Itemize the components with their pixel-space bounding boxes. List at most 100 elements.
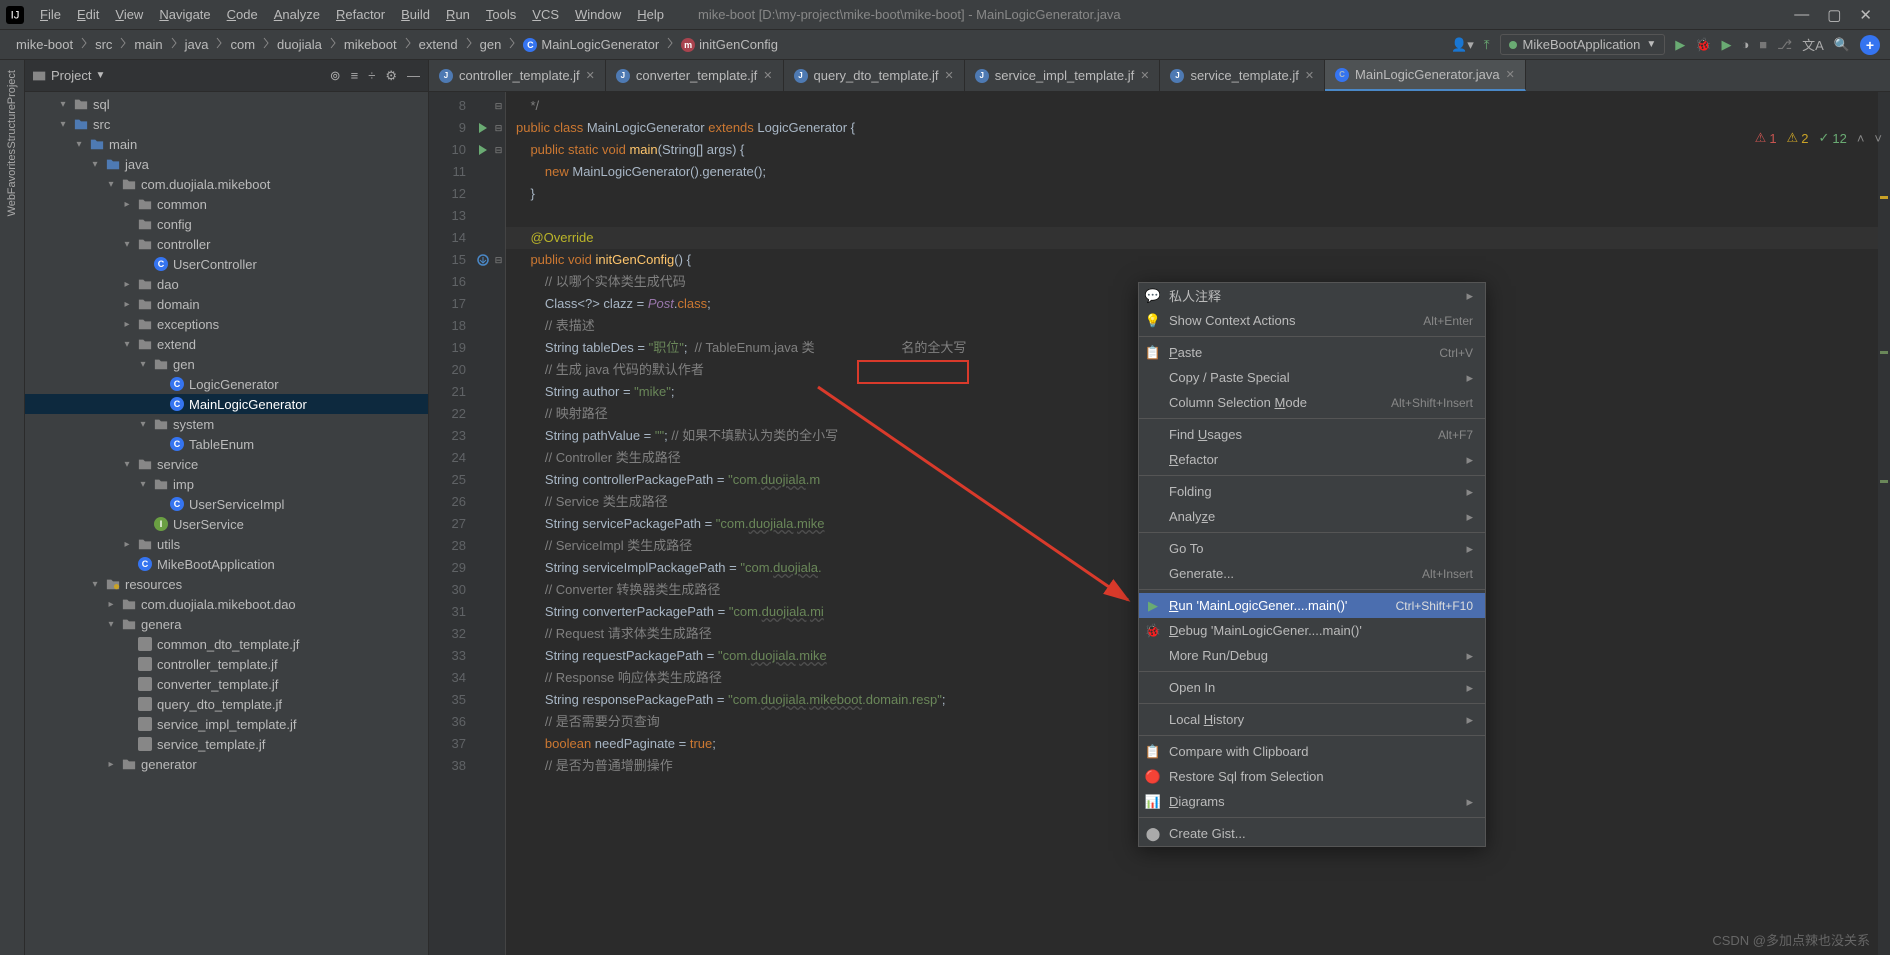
expand-icon[interactable]: ≡ — [351, 68, 359, 84]
search-icon[interactable]: 🔍 — [1834, 37, 1850, 53]
ctx-run--mainlogicgener----main---[interactable]: ▶Run 'MainLogicGener....main()'Ctrl+Shif… — [1139, 593, 1485, 618]
tree-UserService[interactable]: IUserService — [25, 514, 428, 534]
tree-exceptions[interactable]: ▸exceptions — [25, 314, 428, 334]
stop-button[interactable]: ■ — [1759, 37, 1767, 52]
tree-sql[interactable]: ▾sql — [25, 94, 428, 114]
crumb-java[interactable]: java — [179, 35, 215, 54]
tree-converter_template.jf[interactable]: converter_template.jf — [25, 674, 428, 694]
close-icon[interactable]: ✕ — [1506, 68, 1515, 81]
tree-common[interactable]: ▸common — [25, 194, 428, 214]
run-config-selector[interactable]: MikeBootApplication ▼ — [1500, 34, 1666, 55]
tab-query_dto_template.jf[interactable]: Jquery_dto_template.jf✕ — [784, 60, 965, 91]
tool-tab-web[interactable]: Web — [6, 194, 18, 216]
project-tree[interactable]: ▾sql▾src▾main▾java▾com.duojiala.mikeboot… — [25, 92, 428, 955]
tree-MikeBootApplication[interactable]: CMikeBootApplication — [25, 554, 428, 574]
ctx-find-usages[interactable]: Find UsagesAlt+F7 — [1139, 422, 1485, 447]
crumb-com[interactable]: com — [224, 35, 261, 54]
gear-icon[interactable]: ⚙ — [385, 68, 397, 84]
tab-controller_template.jf[interactable]: Jcontroller_template.jf✕ — [429, 60, 606, 91]
tree-gen[interactable]: ▾gen — [25, 354, 428, 374]
tree-UserController[interactable]: CUserController — [25, 254, 428, 274]
tree-query_dto_template.jf[interactable]: query_dto_template.jf — [25, 694, 428, 714]
close-icon[interactable]: ✕ — [763, 69, 772, 82]
menu-run[interactable]: Run — [438, 3, 478, 26]
tree-system[interactable]: ▾system — [25, 414, 428, 434]
tree-LogicGenerator[interactable]: CLogicGenerator — [25, 374, 428, 394]
tree-TableEnum[interactable]: CTableEnum — [25, 434, 428, 454]
user-icon[interactable]: 👤▾ — [1451, 37, 1474, 53]
inspection-badges[interactable]: ⚠1 ⚠2 ✓12 ˄ ˅ — [1755, 130, 1882, 146]
tree-extend[interactable]: ▾extend — [25, 334, 428, 354]
tree-src[interactable]: ▾src — [25, 114, 428, 134]
tree-generator[interactable]: ▸generator — [25, 754, 428, 774]
tab-MainLogicGenerator.java[interactable]: CMainLogicGenerator.java✕ — [1325, 60, 1526, 91]
crumb-duojiala[interactable]: duojiala — [271, 35, 328, 54]
profile-button[interactable]: ◑ — [1741, 37, 1749, 52]
menu-window[interactable]: Window — [567, 3, 629, 26]
crumb-MainLogicGenerator[interactable]: CMainLogicGenerator — [517, 35, 665, 55]
collapse-icon[interactable]: ÷ — [368, 68, 375, 84]
close-icon[interactable]: ✕ — [945, 69, 954, 82]
menu-edit[interactable]: Edit — [69, 3, 107, 26]
tab-converter_template.jf[interactable]: Jconverter_template.jf✕ — [606, 60, 784, 91]
menu-code[interactable]: Code — [219, 3, 266, 26]
close-icon[interactable]: ✕ — [586, 69, 595, 82]
close-button[interactable]: ✕ — [1859, 6, 1872, 24]
tree-domain[interactable]: ▸domain — [25, 294, 428, 314]
menu-vcs[interactable]: VCS — [524, 3, 567, 26]
tree-main[interactable]: ▾main — [25, 134, 428, 154]
crumb-main[interactable]: main — [128, 35, 168, 54]
tree-java[interactable]: ▾java — [25, 154, 428, 174]
ctx-refactor[interactable]: Refactor▸ — [1139, 447, 1485, 472]
error-stripe[interactable] — [1878, 92, 1890, 955]
menu-file[interactable]: File — [32, 3, 69, 26]
tree-service[interactable]: ▾service — [25, 454, 428, 474]
ctx-go-to[interactable]: Go To▸ — [1139, 536, 1485, 561]
menu-view[interactable]: View — [107, 3, 151, 26]
tab-service_impl_template.jf[interactable]: Jservice_impl_template.jf✕ — [965, 60, 1161, 91]
tree-config[interactable]: config — [25, 214, 428, 234]
close-icon[interactable]: ✕ — [1140, 69, 1149, 82]
tree-common_dto_template.jf[interactable]: common_dto_template.jf — [25, 634, 428, 654]
translate-icon[interactable]: 文A — [1802, 35, 1824, 54]
minimize-button[interactable]: — — [1794, 6, 1809, 24]
coverage-button[interactable]: ▶ — [1721, 37, 1731, 53]
crumb-mikeboot[interactable]: mikeboot — [338, 35, 403, 54]
ctx-compare-with-clipboard[interactable]: 📋Compare with Clipboard — [1139, 739, 1485, 764]
menu-analyze[interactable]: Analyze — [266, 3, 328, 26]
tree-controller_template.jf[interactable]: controller_template.jf — [25, 654, 428, 674]
maximize-button[interactable]: ▢ — [1827, 6, 1841, 24]
ctx-show-context-actions[interactable]: 💡Show Context ActionsAlt+Enter — [1139, 308, 1485, 333]
tree-com.duojiala.mikeboot.dao[interactable]: ▸com.duojiala.mikeboot.dao — [25, 594, 428, 614]
ctx-diagrams[interactable]: 📊Diagrams▸ — [1139, 789, 1485, 814]
ctx-----[interactable]: 💬私人注释▸ — [1139, 283, 1485, 308]
ctx-debug--mainlogicgener----main---[interactable]: 🐞Debug 'MainLogicGener....main()' — [1139, 618, 1485, 643]
ctx-folding[interactable]: Folding▸ — [1139, 479, 1485, 504]
ctx-copy---paste-special[interactable]: Copy / Paste Special▸ — [1139, 365, 1485, 390]
menu-build[interactable]: Build — [393, 3, 438, 26]
tool-tab-structure[interactable]: Structure — [6, 104, 18, 149]
add-button[interactable]: + — [1860, 35, 1880, 55]
menu-refactor[interactable]: Refactor — [328, 3, 393, 26]
crumb-gen[interactable]: gen — [474, 35, 508, 54]
tool-tab-project[interactable]: Project — [6, 70, 18, 104]
tree-utils[interactable]: ▸utils — [25, 534, 428, 554]
menu-help[interactable]: Help — [629, 3, 672, 26]
tab-service_template.jf[interactable]: Jservice_template.jf✕ — [1160, 60, 1325, 91]
hide-icon[interactable]: — — [407, 68, 420, 84]
ctx-paste[interactable]: 📋PasteCtrl+V — [1139, 340, 1485, 365]
insp-up-icon[interactable]: ˄ — [1857, 130, 1865, 146]
tree-resources[interactable]: ▾resources — [25, 574, 428, 594]
tree-com.duojiala.mikeboot[interactable]: ▾com.duojiala.mikeboot — [25, 174, 428, 194]
tree-service_impl_template.jf[interactable]: service_impl_template.jf — [25, 714, 428, 734]
tree-imp[interactable]: ▾imp — [25, 474, 428, 494]
close-icon[interactable]: ✕ — [1305, 69, 1314, 82]
tool-tab-favorites[interactable]: Favorites — [6, 149, 18, 194]
ctx-create-gist---[interactable]: ⬤Create Gist... — [1139, 821, 1485, 846]
ctx-open-in[interactable]: Open In▸ — [1139, 675, 1485, 700]
crumb-mike-boot[interactable]: mike-boot — [10, 35, 79, 54]
build-icon[interactable]: ⤒ — [1484, 37, 1490, 53]
tree-UserServiceImpl[interactable]: CUserServiceImpl — [25, 494, 428, 514]
ctx-local-history[interactable]: Local History▸ — [1139, 707, 1485, 732]
ctx-generate---[interactable]: Generate...Alt+Insert — [1139, 561, 1485, 586]
